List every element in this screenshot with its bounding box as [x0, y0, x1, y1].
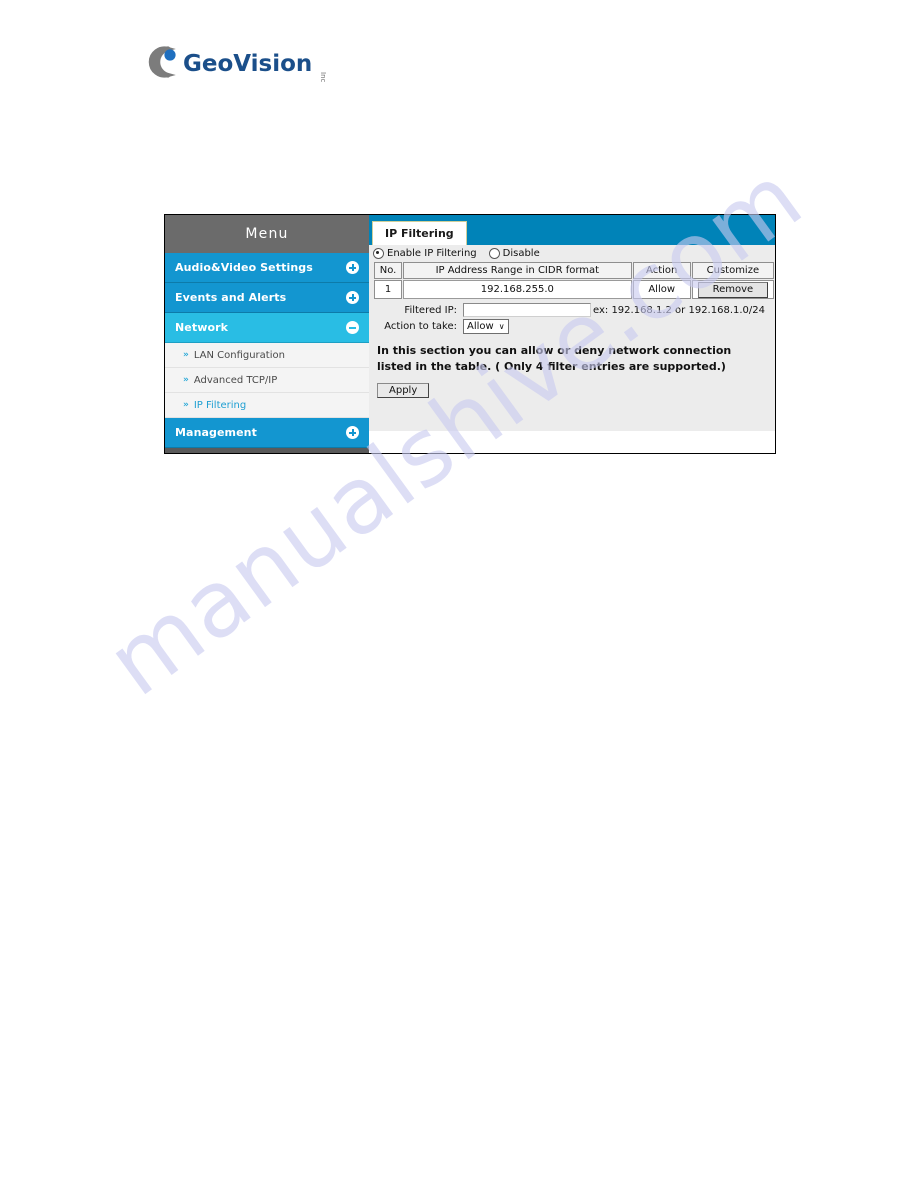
- sidebar-header: Menu: [165, 215, 369, 253]
- tab-bar: IP Filtering: [369, 215, 775, 245]
- sidebar: Menu Audio&Video Settings Events and Ale…: [165, 215, 369, 453]
- filtered-ip-label: Filtered IP:: [404, 304, 457, 316]
- sidebar-item-label: Management: [175, 426, 257, 439]
- chevron-right-icon: »: [183, 350, 189, 360]
- sidebar-item-events-and-alerts[interactable]: Events and Alerts: [165, 283, 369, 313]
- geovision-logo: GeoVision Inc.: [138, 42, 338, 85]
- sidebar-item-label: Events and Alerts: [175, 291, 287, 304]
- ip-filter-table: No. IP Address Range in CIDR format Acti…: [373, 261, 775, 300]
- plus-circle-icon[interactable]: [346, 261, 359, 274]
- sidebar-subitem-ip-filtering[interactable]: » IP Filtering: [165, 393, 369, 418]
- logo-suffix-text: Inc.: [319, 72, 327, 82]
- sidebar-item-management[interactable]: Management: [165, 418, 369, 448]
- content-body: Enable IP Filtering Disable No. IP Addre…: [369, 245, 775, 453]
- plus-circle-icon[interactable]: [346, 426, 359, 439]
- ip-filtering-mode-radio-group: Enable IP Filtering Disable: [373, 248, 775, 259]
- remove-button[interactable]: Remove: [697, 281, 769, 298]
- page-watermark: manualshive.com: [0, 0, 918, 1188]
- action-to-take-select[interactable]: Allow ∨: [463, 319, 509, 334]
- sidebar-item-label: Audio&Video Settings: [175, 261, 313, 274]
- sidebar-item-label: Network: [175, 321, 229, 334]
- geovision-c-arc-icon: [148, 46, 176, 78]
- filtered-ip-input[interactable]: [463, 303, 591, 317]
- cell-customize: Remove: [691, 280, 774, 299]
- filtered-ip-hint: ex: 192.168.1.2 or 192.168.1.0/24: [593, 304, 765, 316]
- chevron-right-icon: »: [183, 400, 189, 410]
- sidebar-footer-strip: [165, 448, 369, 453]
- radio-disable-label: Disable: [502, 248, 540, 259]
- content-bottom-strip: [369, 431, 775, 453]
- table-row: 1 192.168.255.0 Allow Remove: [374, 280, 774, 299]
- column-header-action: Action: [632, 262, 691, 279]
- plus-circle-icon[interactable]: [346, 291, 359, 304]
- action-to-take-value: Allow: [467, 321, 494, 332]
- column-header-no: No.: [374, 262, 403, 279]
- logo-brand-text: GeoVision: [183, 51, 312, 77]
- cell-no: 1: [374, 280, 403, 299]
- minus-circle-icon[interactable]: [346, 321, 359, 334]
- sidebar-subitem-advanced-tcp-ip[interactable]: » Advanced TCP/IP: [165, 368, 369, 393]
- sidebar-item-network[interactable]: Network: [165, 313, 369, 343]
- radio-disable[interactable]: [488, 248, 500, 259]
- chevron-down-icon: ∨: [498, 322, 505, 331]
- action-to-take-row: Action to take: Allow ∨: [379, 319, 775, 334]
- tab-ip-filtering[interactable]: IP Filtering: [372, 221, 467, 245]
- filtered-ip-row: Filtered IP: ex: 192.168.1.2 or 192.168.…: [379, 303, 775, 317]
- content-area: IP Filtering Enable IP Filtering Disable…: [369, 215, 775, 453]
- chevron-right-icon: »: [183, 375, 189, 385]
- cell-action: Allow: [632, 280, 691, 299]
- radio-enable-ip-filtering[interactable]: [373, 248, 384, 259]
- sidebar-subitem-label: IP Filtering: [193, 399, 247, 411]
- sidebar-subitem-lan-configuration[interactable]: » LAN Configuration: [165, 343, 369, 368]
- device-web-ui-panel: Menu Audio&Video Settings Events and Ale…: [164, 214, 776, 454]
- apply-button[interactable]: Apply: [377, 382, 430, 398]
- column-header-ip-range: IP Address Range in CIDR format: [403, 262, 632, 279]
- sidebar-subitem-label: LAN Configuration: [193, 349, 285, 361]
- action-to-take-label: Action to take:: [384, 321, 457, 332]
- column-header-customize: Customize: [691, 262, 774, 279]
- table-header-row: No. IP Address Range in CIDR format Acti…: [374, 262, 774, 279]
- sidebar-item-audio-video-settings[interactable]: Audio&Video Settings: [165, 253, 369, 283]
- sidebar-subitem-label: Advanced TCP/IP: [193, 374, 278, 386]
- radio-enable-label: Enable IP Filtering: [387, 248, 477, 259]
- filter-form: Filtered IP: ex: 192.168.1.2 or 192.168.…: [373, 303, 775, 334]
- section-description: In this section you can allow or deny ne…: [377, 344, 732, 373]
- cell-ip-range: 192.168.255.0: [403, 280, 632, 299]
